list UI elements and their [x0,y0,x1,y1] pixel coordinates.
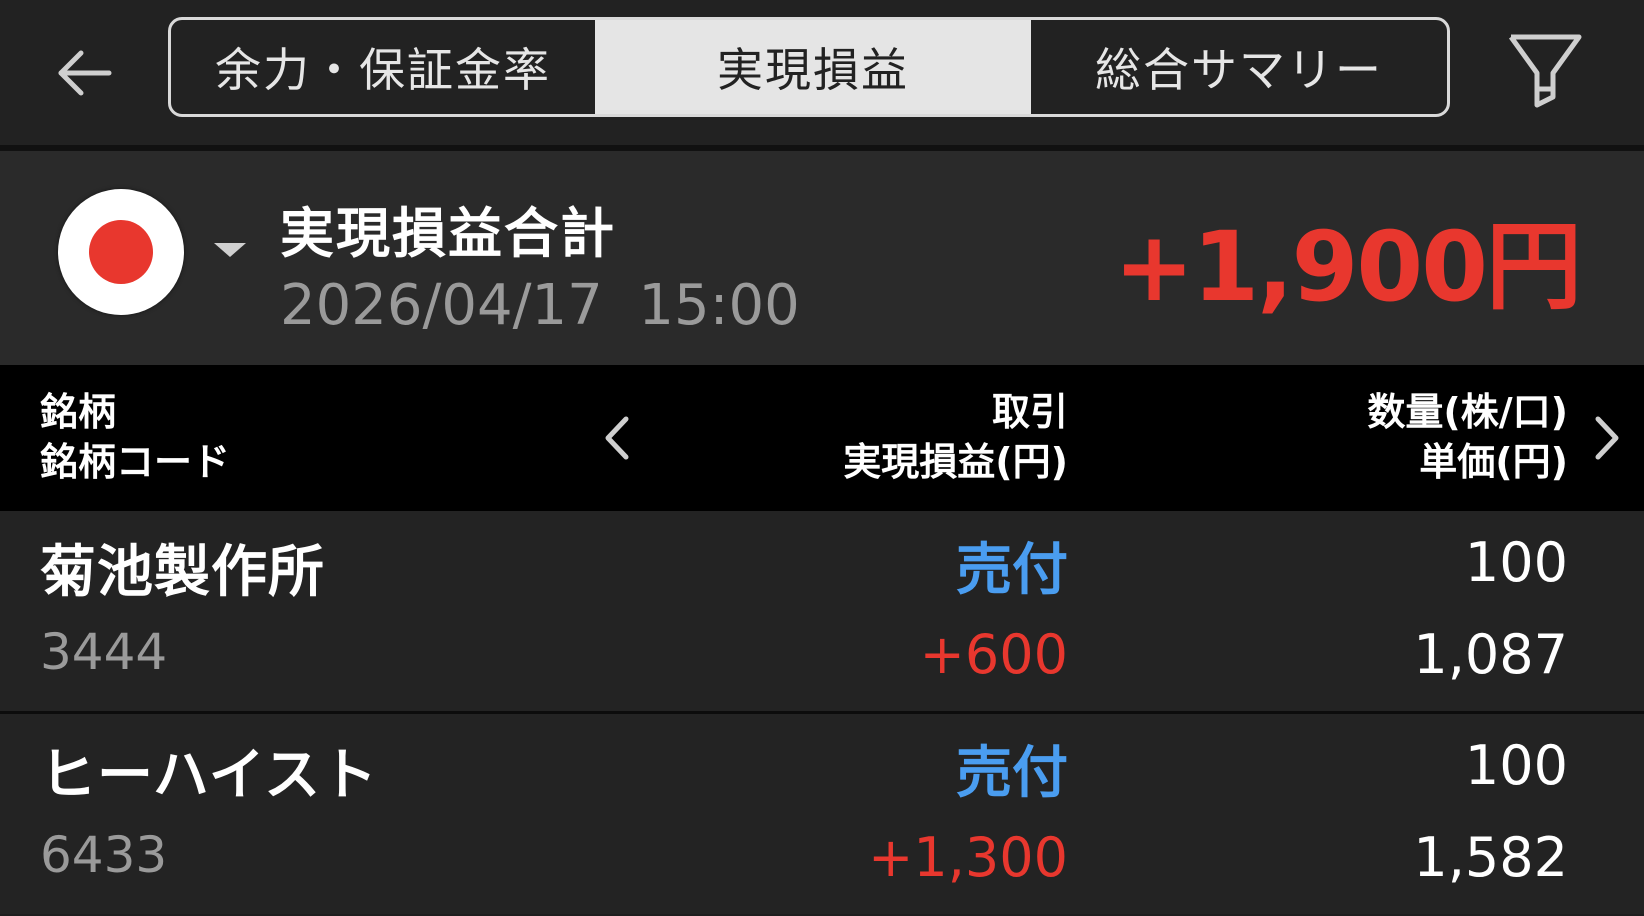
table-row[interactable]: 菊池製作所 3444 売付 +600 100 1,087 [0,511,1644,711]
header-trade: 取引 [991,390,1068,434]
chevron-right-icon [1595,416,1619,460]
top-bar: 余力・保証金率 実現損益 総合サマリー [0,0,1644,145]
tab-margin-ratio[interactable]: 余力・保証金率 [171,20,595,114]
arrow-left-icon [58,50,112,96]
header-stock-code: 銘柄コード [40,440,231,484]
realized-pl: +600 [919,623,1068,686]
back-button[interactable] [50,38,120,108]
stock-name: ヒーハイスト [40,743,379,808]
quantity: 100 [1464,734,1568,797]
filter-button[interactable] [1500,26,1590,116]
table-header: 銘柄 銘柄コード 取引 実現損益(円) 数量(株/口) 単価(円) [0,365,1644,511]
caret-down-icon[interactable] [214,243,246,257]
header-col-trade: 取引 実現損益(円) [843,387,1068,487]
summary-datetime: 2026/04/17 15:00 [280,273,800,338]
table-row[interactable]: ヒーハイスト 6433 売付 +1,300 100 1,582 [0,714,1644,914]
trade-type: 売付 [956,741,1068,806]
unit-price: 1,582 [1413,826,1568,889]
column-prev-button[interactable] [592,405,642,471]
tab-summary[interactable]: 総合サマリー [1031,20,1447,114]
unit-price: 1,087 [1413,623,1568,686]
stock-name: 菊池製作所 [40,540,325,605]
quantity: 100 [1464,531,1568,594]
realized-pl-summary: 実現損益合計 2026/04/17 15:00 +1,900円 [0,151,1644,365]
trade-type: 売付 [956,538,1068,603]
header-realized-pl: 実現損益(円) [843,440,1068,484]
summary-title: 実現損益合計 [280,202,616,265]
header-col-qty: 数量(株/口) 単価(円) [1367,387,1568,487]
header-stock-name: 銘柄 [40,390,117,434]
header-unit-price: 単価(円) [1419,440,1568,484]
filter-icon [1508,34,1582,108]
tab-realized-pl[interactable]: 実現損益 [595,20,1031,114]
column-next-button[interactable] [1582,405,1632,471]
stock-code: 3444 [40,623,168,681]
header-quantity: 数量(株/口) [1367,390,1568,434]
realized-pl: +1,300 [868,826,1068,889]
segmented-control: 余力・保証金率 実現損益 総合サマリー [168,17,1450,117]
header-col-stock: 銘柄 銘柄コード [40,387,230,487]
japan-flag-icon[interactable] [58,189,184,315]
stock-code: 6433 [40,826,168,884]
chevron-left-icon [605,416,629,460]
summary-total: +1,900円 [1113,211,1582,323]
flag-sun [89,220,153,284]
